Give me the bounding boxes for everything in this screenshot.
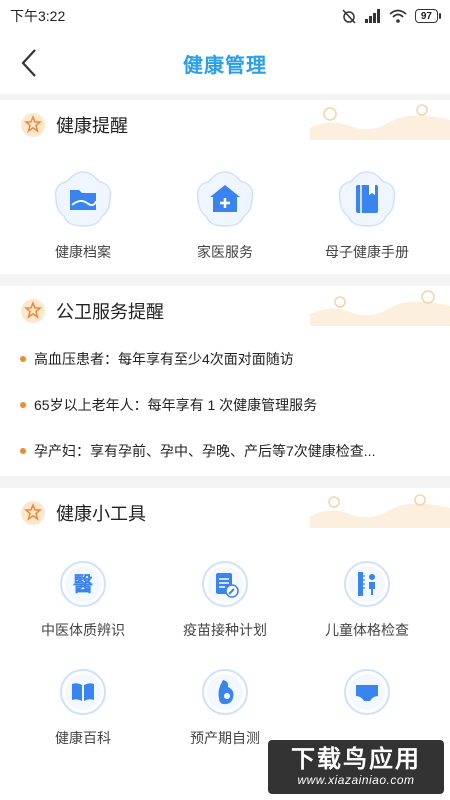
- status-bar: 下午3:22 97: [0, 0, 450, 32]
- page-title: 健康管理: [183, 54, 267, 77]
- tile-health-encyclopedia[interactable]: 健康百科: [18, 668, 148, 748]
- section-header: 公卫服务提醒: [0, 286, 450, 336]
- bullet-dot: [20, 402, 26, 408]
- watermark-logo: 下载鸟应用 www.xiazainiao.com: [268, 740, 444, 794]
- section-title: 健康小工具: [56, 504, 146, 524]
- underwear-icon: [344, 669, 390, 715]
- tile-tcm-constitution[interactable]: 醫 中医体质辨识: [18, 560, 148, 640]
- section-header: 健康提醒: [0, 100, 450, 150]
- section-header: 健康小工具: [0, 488, 450, 538]
- section-title: 公卫服务提醒: [56, 302, 164, 322]
- tile-label: 中医体质辨识: [41, 622, 125, 638]
- watermark-url: www.xiazainiao.com: [297, 773, 415, 787]
- pregnancy-icon: [202, 669, 248, 715]
- tile-child-physical-exam[interactable]: 儿童体格检查: [302, 560, 432, 640]
- tile-mother-child-handbook[interactable]: 母子健康手册: [302, 168, 432, 262]
- nav-bar: 健康管理: [0, 32, 450, 94]
- section-title: 健康提醒: [56, 116, 128, 136]
- reminder-text: 高血压患者：每年享有至少4次面对面随访: [34, 351, 294, 367]
- tile-health-records[interactable]: 健康档案: [18, 168, 148, 262]
- wifi-icon: [389, 9, 407, 23]
- tile-label: 疫苗接种计划: [183, 622, 267, 638]
- list-item[interactable]: 65岁以上老年人：每年享有 1 次健康管理服务: [20, 382, 430, 428]
- tile-vaccine-plan[interactable]: 疫苗接种计划: [160, 560, 290, 640]
- tile-family-doctor[interactable]: 家医服务: [160, 168, 290, 262]
- folder-icon: [54, 171, 112, 227]
- tile-label: 健康百科: [55, 730, 111, 746]
- book-icon: [338, 171, 396, 227]
- public-service-section: 公卫服务提醒 高血压患者：每年享有至少4次面对面随访 65岁以上老年人：每年享有…: [0, 286, 450, 476]
- signal-icon: [364, 9, 380, 23]
- list-item[interactable]: 高血压患者：每年享有至少4次面对面随访: [20, 336, 430, 382]
- document-edit-icon: [202, 561, 248, 607]
- reminder-text: 65岁以上老年人：每年享有 1 次健康管理服务: [34, 397, 318, 413]
- badge-star-icon: [21, 299, 45, 323]
- reminder-list: 高血压患者：每年享有至少4次面对面随访 65岁以上老年人：每年享有 1 次健康管…: [0, 336, 450, 474]
- child-height-icon: [344, 561, 390, 607]
- svg-text:醫: 醫: [73, 572, 93, 596]
- tile-due-date-calc[interactable]: 预产期自测: [160, 668, 290, 748]
- battery-indicator: 97: [414, 9, 442, 23]
- alarm-off-icon: [342, 9, 356, 24]
- back-button[interactable]: [14, 46, 44, 80]
- list-item[interactable]: 孕产妇：享有孕前、孕中、孕晚、产后等7次健康检查...: [20, 428, 430, 474]
- tile-label: 预产期自测: [190, 730, 260, 746]
- reminder-text: 孕产妇：享有孕前、孕中、孕晚、产后等7次健康检查...: [34, 443, 376, 459]
- chevron-left-icon: [21, 49, 36, 77]
- tile-label: 健康档案: [55, 244, 111, 260]
- badge-star-icon: [21, 113, 45, 137]
- status-time: 下午3:22: [10, 8, 66, 24]
- tile-label: 儿童体格检查: [325, 622, 409, 638]
- tile-label: 母子健康手册: [325, 244, 409, 260]
- status-icons: 97: [341, 8, 442, 24]
- open-book-icon: [60, 669, 106, 715]
- tile-underwear-tool[interactable]: [302, 668, 432, 748]
- medicine-char-icon: 醫: [60, 561, 106, 607]
- bullet-dot: [20, 448, 26, 454]
- watermark-text: 下载鸟应用: [291, 746, 421, 773]
- tile-label: 家医服务: [197, 244, 253, 260]
- bullet-dot: [20, 356, 26, 362]
- badge-star-icon: [21, 501, 45, 525]
- home-plus-icon: [196, 171, 254, 227]
- health-reminder-section: 健康提醒 健康档案 家医服务 母子健康手册: [0, 100, 450, 274]
